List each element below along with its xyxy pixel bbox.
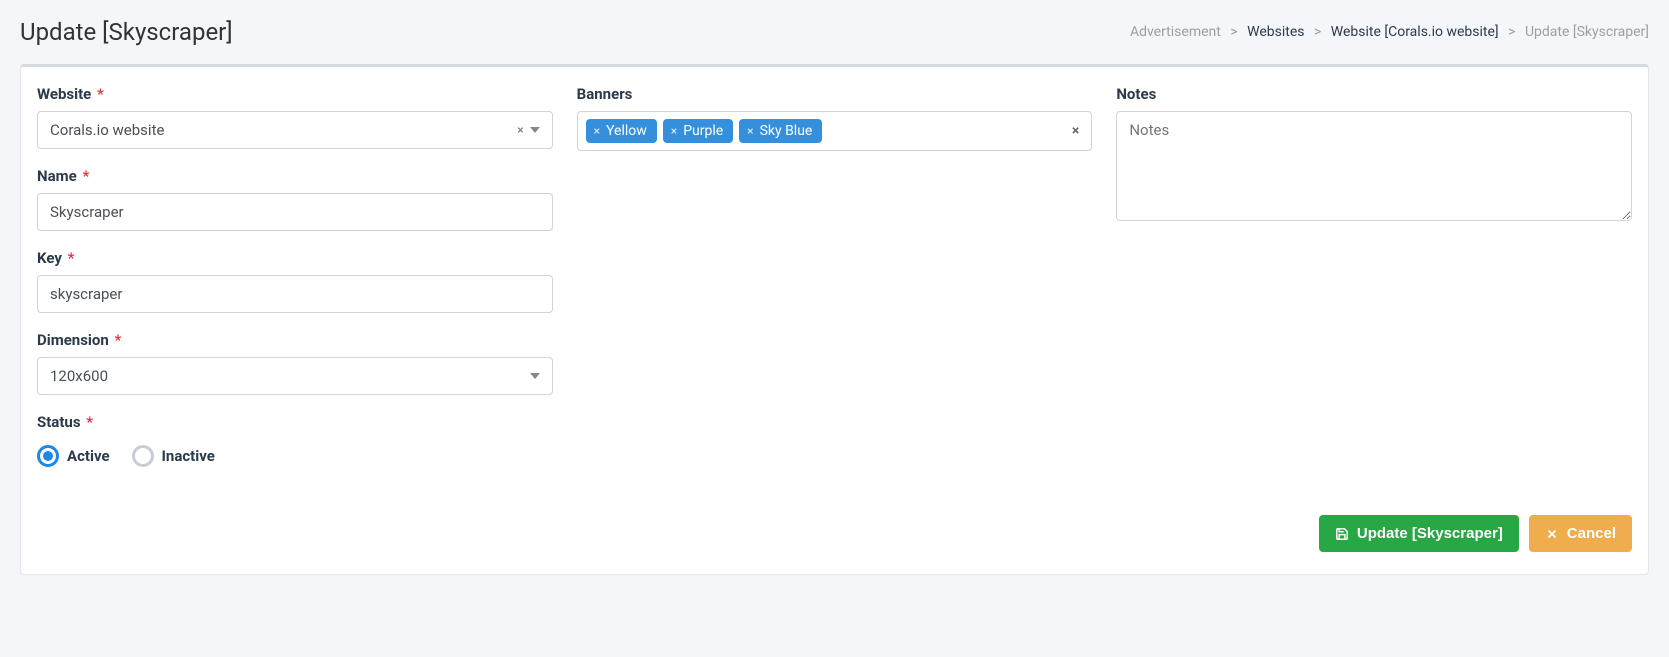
status-radio-inactive[interactable]: Inactive [132,445,215,467]
close-icon [1545,527,1559,541]
notes-textarea[interactable] [1116,111,1632,221]
notes-label: Notes [1116,85,1156,103]
status-label: Status * [37,413,93,431]
breadcrumb: Advertisement > Websites > Website [Cora… [1130,24,1649,40]
remove-tag-icon[interactable]: × [594,124,600,138]
banners-multiselect[interactable]: × Yellow × Purple × Sky Blue [577,111,1093,151]
dimension-select-value: 120x600 [50,367,108,385]
chevron-right-icon: > [1308,24,1327,40]
save-icon [1335,527,1349,541]
remove-tag-icon[interactable]: × [671,124,677,138]
breadcrumb-item-advertisement: Advertisement [1130,24,1221,40]
name-input[interactable] [37,193,553,231]
page-title: Update [Skyscraper] [20,18,233,46]
website-select-value: Corals.io website [50,121,164,139]
dimension-select[interactable]: 120x600 [37,357,553,395]
website-label: Website * [37,85,104,103]
key-input[interactable] [37,275,553,313]
chevron-down-icon [530,373,540,379]
chevron-right-icon: > [1224,24,1243,40]
radio-unchecked-icon [132,445,154,467]
chevron-right-icon: > [1502,24,1521,40]
breadcrumb-item-current: Update [Skyscraper] [1525,24,1649,40]
banners-label: Banners [577,85,633,103]
status-radio-active[interactable]: Active [37,445,110,467]
clear-icon[interactable]: × [517,123,523,137]
breadcrumb-item-websites[interactable]: Websites [1247,24,1304,40]
cancel-button[interactable]: Cancel [1529,515,1632,552]
radio-checked-icon [37,445,59,467]
form-card: Website * Corals.io website × Name * Key… [20,64,1649,575]
breadcrumb-item-website-corals[interactable]: Website [Corals.io website] [1331,24,1499,40]
banner-tag-yellow: × Yellow [586,119,657,143]
banner-tag-purple: × Purple [663,119,733,143]
update-button[interactable]: Update [Skyscraper] [1319,515,1519,552]
clear-all-icon[interactable]: × [1068,123,1083,139]
name-label: Name * [37,167,89,185]
banner-tag-skyblue: × Sky Blue [739,119,822,143]
remove-tag-icon[interactable]: × [747,124,753,138]
key-label: Key * [37,249,74,267]
dimension-label: Dimension * [37,331,121,349]
chevron-down-icon [530,127,540,133]
website-select[interactable]: Corals.io website × [37,111,553,149]
